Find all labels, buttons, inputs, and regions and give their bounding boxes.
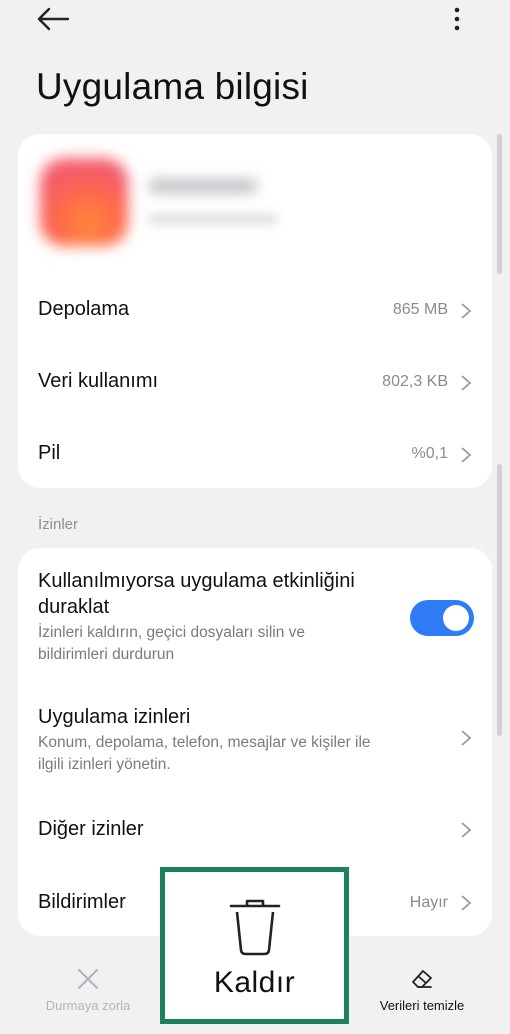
pause-activity-subtitle-line2: bildirimleri durdurun (38, 646, 175, 663)
clear-data-label: Verileri temizle (379, 998, 465, 1013)
notifications-title: Bildirimler (38, 891, 126, 913)
trash-icon (229, 899, 281, 956)
chevron-right-icon (461, 730, 472, 746)
clear-data-button[interactable]: Verileri temizle (362, 966, 482, 1013)
app-info-card: Depolama 865 MB Veri kullanımı 802,3 KB … (18, 134, 492, 488)
battery-row[interactable]: Pil %0,1 (18, 418, 492, 488)
data-usage-row[interactable]: Veri kullanımı 802,3 KB (18, 346, 492, 418)
scrollbar-thumb[interactable] (497, 134, 502, 274)
chevron-right-icon (461, 375, 472, 391)
toggle-knob (443, 605, 469, 631)
close-icon (78, 969, 98, 989)
more-options-button[interactable] (440, 2, 474, 36)
eraser-icon (412, 970, 432, 988)
chevron-right-icon (461, 822, 472, 838)
scrollbar-track-segment[interactable] (497, 464, 502, 736)
force-stop-label: Durmaya zorla (45, 998, 131, 1013)
chevron-right-icon (461, 447, 472, 463)
other-permissions-title: Diğer izinler (38, 818, 144, 840)
storage-title: Depolama (38, 298, 130, 320)
notifications-value: Hayır (409, 894, 448, 911)
chevron-right-icon (461, 303, 472, 319)
pause-activity-title-line2: duraklat (38, 596, 110, 618)
storage-row[interactable]: Depolama 865 MB (18, 274, 492, 346)
app-permissions-title: Uygulama izinleri (38, 706, 191, 728)
battery-title: Pil (38, 442, 61, 464)
app-header (18, 134, 492, 270)
battery-value: %0,1 (411, 445, 448, 462)
data-usage-value: 802,3 KB (382, 373, 448, 390)
app-permissions-row[interactable]: Uygulama izinleri Konum, depolama, telef… (18, 688, 492, 788)
permissions-section-label: İzinler (38, 516, 79, 533)
pause-activity-row[interactable]: Kullanılmıyorsa uygulama etkinliğini dur… (18, 548, 492, 680)
force-stop-button[interactable]: Durmaya zorla (30, 966, 146, 1013)
uninstall-button[interactable]: Kaldır (160, 867, 349, 1024)
chevron-right-icon (461, 895, 472, 911)
page-title: Uygulama bilgisi (36, 66, 309, 107)
more-vertical-icon (454, 7, 460, 31)
other-permissions-row[interactable]: Diğer izinler (18, 796, 492, 866)
app-name-blurred (148, 178, 258, 194)
app-permissions-subtitle-line2: ilgili izinleri yönetin. (38, 756, 171, 773)
pause-activity-toggle[interactable] (410, 600, 474, 636)
storage-value: 865 MB (392, 301, 448, 318)
app-icon (40, 158, 128, 246)
pause-activity-subtitle-line1: İzinleri kaldırın, geçici dosyaları sili… (38, 624, 306, 641)
data-usage-title: Veri kullanımı (38, 370, 159, 392)
app-permissions-subtitle-line1: Konum, depolama, telefon, mesajlar ve ki… (38, 734, 371, 751)
back-button[interactable] (34, 4, 74, 34)
top-bar (0, 0, 510, 40)
app-version-blurred (148, 214, 278, 224)
arrow-left-icon (37, 7, 70, 31)
pause-activity-title-line1: Kullanılmıyorsa uygulama etkinliğini (38, 570, 355, 592)
uninstall-label: Kaldır (213, 966, 296, 999)
